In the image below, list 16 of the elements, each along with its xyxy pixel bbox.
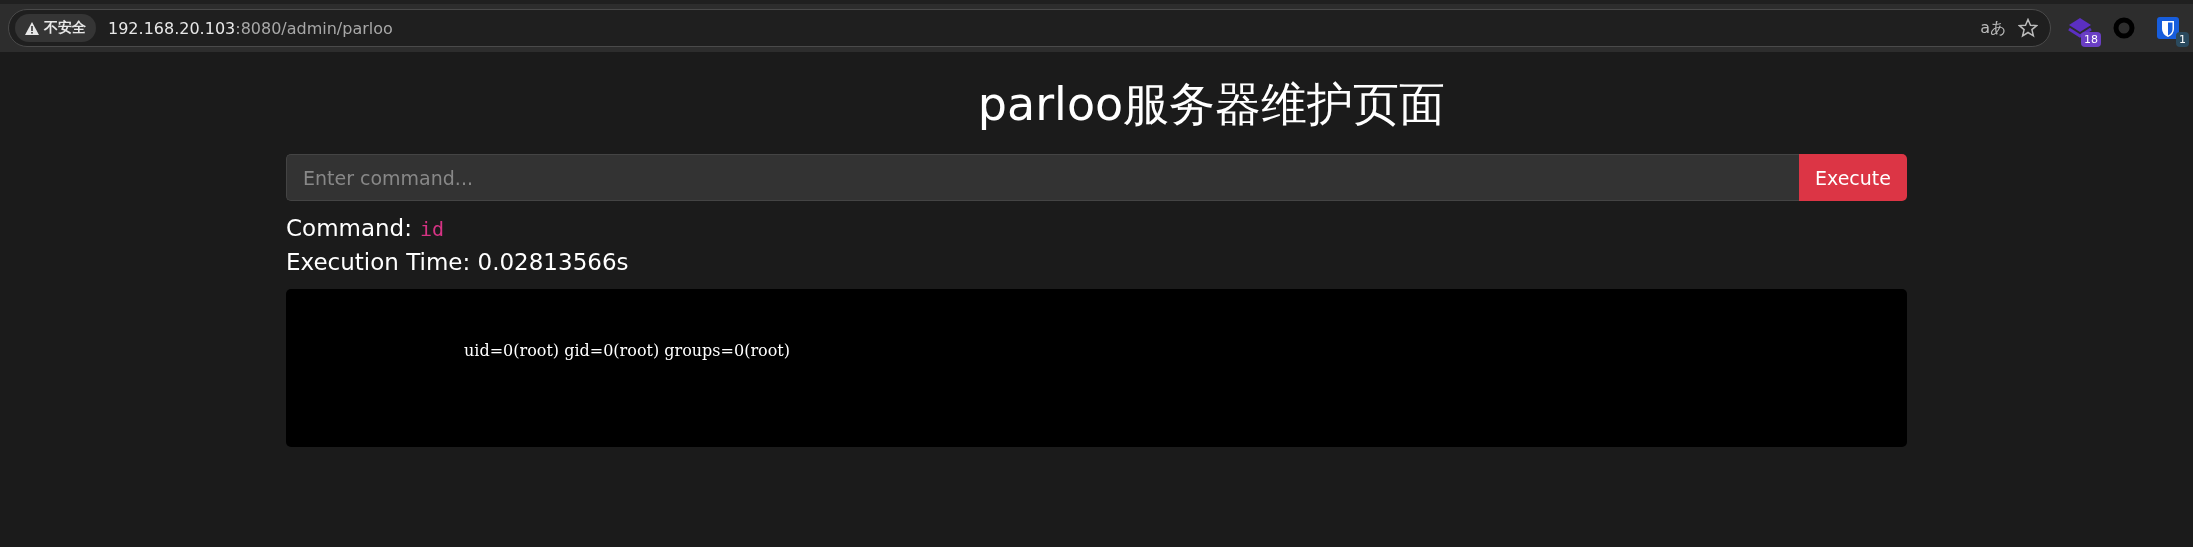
count-badge: 18	[2081, 32, 2101, 47]
shield-icon[interactable]	[2156, 16, 2180, 40]
url-text[interactable]: 192.168.20.103:8080/admin/parloo	[108, 18, 393, 38]
execution-time: Execution Time: 0.02813566s	[286, 249, 629, 275]
page-title: parloo服务器维护页面	[976, 76, 1447, 133]
execute-button[interactable]: Execute	[1799, 154, 1907, 201]
output-text: uid=0(root) gid=0(root) groups=0(root)	[464, 341, 790, 360]
command-label: Command:	[286, 215, 412, 241]
address-bar[interactable]: 不安全 192.168.20.103:8080/admin/parloo aあ	[8, 9, 2051, 47]
command-field[interactable]: Enter command...	[286, 154, 1799, 201]
command-value: id	[419, 217, 445, 241]
translate-icon[interactable]: aあ	[1980, 17, 2006, 39]
count-badge: 1	[2176, 32, 2189, 47]
warning-icon	[25, 21, 39, 35]
star-icon[interactable]	[2018, 18, 2038, 38]
security-chip[interactable]: 不安全	[15, 14, 96, 42]
